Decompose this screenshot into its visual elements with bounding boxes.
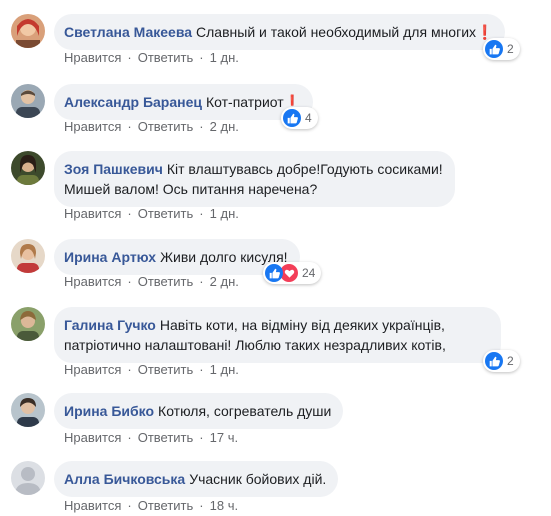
reaction-count[interactable]: 24 bbox=[263, 262, 322, 284]
avatar[interactable] bbox=[11, 14, 45, 48]
comment-bubble: Ирина Бибко Котюля, согреватель души bbox=[54, 393, 344, 429]
comment-actions: Нравится · Ответить · 2 дн. bbox=[64, 119, 239, 134]
like-link[interactable]: Нравится bbox=[64, 430, 121, 445]
like-link[interactable]: Нравится bbox=[64, 50, 121, 65]
timestamp[interactable]: 1 дн. bbox=[210, 50, 239, 65]
comment-author[interactable]: Светлана Макеева bbox=[64, 24, 192, 40]
comment-text: Учасник бойових дій. bbox=[189, 471, 327, 487]
comment-actions: Нравится · Ответить · 2 дн. bbox=[64, 274, 239, 289]
reaction-count[interactable]: 2 bbox=[483, 38, 520, 60]
comment-text: Навіть коти, на відміну від деяких украї… bbox=[159, 317, 445, 333]
timestamp[interactable]: 1 дн. bbox=[210, 206, 239, 221]
comment-author[interactable]: Ирина Артюх bbox=[64, 249, 156, 265]
reaction-number: 2 bbox=[507, 354, 514, 368]
comment-text: Кіт влаштувавсь добре!Годують сосиками! bbox=[166, 161, 443, 177]
comment-text: патріотично налаштовані! Люблю таких нез… bbox=[64, 337, 446, 353]
comment-bubble: Светлана Макеева Славный и такой необходи… bbox=[54, 14, 506, 50]
avatar[interactable] bbox=[11, 239, 45, 273]
comment-bubble: Галина Гучко Навіть коти, на відміну від … bbox=[54, 307, 501, 363]
comment-actions: Нравится · Ответить · 18 ч. bbox=[64, 498, 239, 513]
comment-author[interactable]: Галина Гучко bbox=[64, 317, 156, 333]
like-link[interactable]: Нравится bbox=[64, 119, 121, 134]
comment-author[interactable]: Зоя Пашкевич bbox=[64, 161, 163, 177]
like-icon bbox=[485, 40, 503, 58]
reaction-number: 4 bbox=[305, 111, 312, 125]
comment-text: Славный и такой необходимый для многих❗ bbox=[196, 24, 494, 40]
comment-author[interactable]: Ирина Бибко bbox=[64, 403, 154, 419]
reaction-count[interactable]: 2 bbox=[483, 350, 520, 372]
timestamp[interactable]: 17 ч. bbox=[210, 430, 238, 445]
like-icon bbox=[265, 264, 283, 282]
reply-link[interactable]: Ответить bbox=[138, 206, 194, 221]
like-link[interactable]: Нравится bbox=[64, 362, 121, 377]
reply-link[interactable]: Ответить bbox=[138, 498, 194, 513]
reply-link[interactable]: Ответить bbox=[138, 119, 194, 134]
reaction-number: 2 bbox=[507, 42, 514, 56]
avatar[interactable] bbox=[11, 84, 45, 118]
reaction-count[interactable]: 4 bbox=[281, 107, 318, 129]
comment-bubble: Зоя Пашкевич Кіт влаштувавсь добре!Годуют… bbox=[54, 151, 455, 207]
comment-actions: Нравится · Ответить · 1 дн. bbox=[64, 362, 239, 377]
reply-link[interactable]: Ответить bbox=[138, 430, 194, 445]
timestamp[interactable]: 2 дн. bbox=[210, 119, 239, 134]
avatar[interactable] bbox=[11, 307, 45, 341]
like-link[interactable]: Нравится bbox=[64, 274, 121, 289]
comment-actions: Нравится · Ответить · 17 ч. bbox=[64, 430, 239, 445]
reaction-number: 24 bbox=[302, 266, 316, 280]
like-link[interactable]: Нравится bbox=[64, 498, 121, 513]
timestamp[interactable]: 2 дн. bbox=[210, 274, 239, 289]
comment-bubble: Александр Баранец Кот-патриот❗ bbox=[54, 84, 314, 120]
timestamp[interactable]: 18 ч. bbox=[210, 498, 238, 513]
comment-author[interactable]: Александр Баранец bbox=[64, 94, 202, 110]
comment-actions: Нравится · Ответить · 1 дн. bbox=[64, 206, 239, 221]
like-icon bbox=[283, 109, 301, 127]
comment-text: Мишей валом! Ось питання наречена? bbox=[64, 181, 318, 197]
reply-link[interactable]: Ответить bbox=[138, 274, 194, 289]
comment-actions: Нравится · Ответить · 1 дн. bbox=[64, 50, 239, 65]
timestamp[interactable]: 1 дн. bbox=[210, 362, 239, 377]
like-link[interactable]: Нравится bbox=[64, 206, 121, 221]
comment-thread: Светлана Макеева Славный и такой необходи… bbox=[0, 0, 551, 516]
comment-author[interactable]: Алла Бичковська bbox=[64, 471, 185, 487]
reply-link[interactable]: Ответить bbox=[138, 362, 194, 377]
reply-link[interactable]: Ответить bbox=[138, 50, 194, 65]
comment-bubble: Алла Бичковська Учасник бойових дій. bbox=[54, 461, 339, 497]
avatar[interactable] bbox=[11, 461, 45, 495]
comment-text: Котюля, согреватель души bbox=[158, 403, 332, 419]
avatar[interactable] bbox=[11, 151, 45, 185]
avatar[interactable] bbox=[11, 393, 45, 427]
like-icon bbox=[485, 352, 503, 370]
